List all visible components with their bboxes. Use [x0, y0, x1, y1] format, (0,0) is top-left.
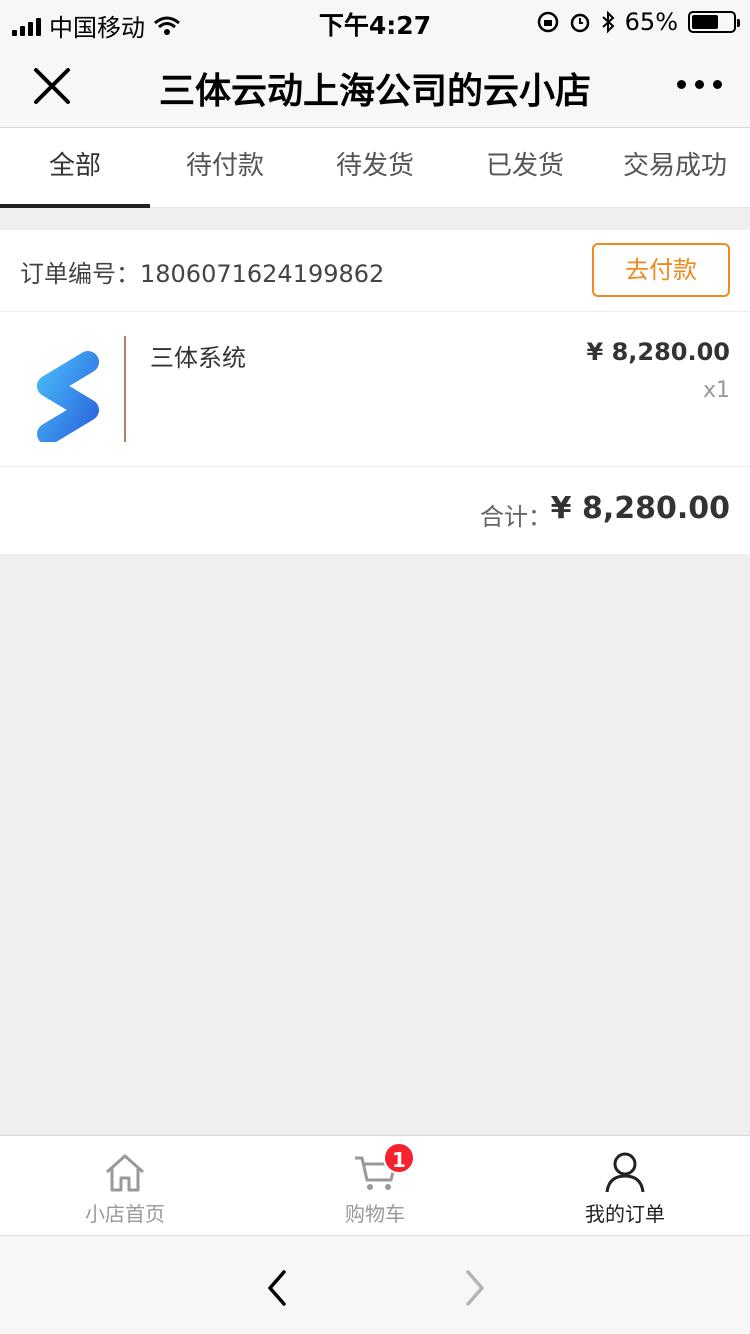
status-bar: 中国移动 下午4:27 65%	[0, 0, 750, 44]
tab-pending-payment[interactable]: 待付款	[150, 128, 300, 207]
battery-fill	[692, 15, 718, 29]
more-dots-icon[interactable]	[677, 80, 722, 89]
product-logo-icon	[37, 351, 99, 442]
forward-arrow-icon[interactable]	[460, 1268, 490, 1308]
total-value: ¥ 8,280.00	[550, 491, 730, 526]
tab-completed[interactable]: 交易成功	[600, 128, 750, 207]
product-divider	[124, 336, 126, 442]
user-icon	[605, 1152, 645, 1193]
order-header: 订单编号：1806071624199862 去付款	[0, 230, 750, 312]
home-icon	[106, 1154, 144, 1192]
battery-icon	[688, 11, 740, 33]
status-right: 65%	[537, 8, 740, 36]
rotation-lock-icon	[537, 11, 558, 33]
close-icon[interactable]	[30, 64, 74, 108]
order-number: 订单编号：1806071624199862	[20, 260, 385, 288]
browser-nav-bar	[0, 1235, 750, 1334]
pay-button[interactable]: 去付款	[592, 243, 730, 297]
order-card: 订单编号：1806071624199862 去付款 三体系统 ¥ 8,280.0…	[0, 230, 750, 554]
total-row: 合计： ¥ 8,280.00	[0, 467, 750, 553]
battery-percent: 65%	[624, 8, 678, 36]
tab-shipped[interactable]: 已发货	[450, 128, 600, 207]
product-quantity: x1	[702, 378, 730, 403]
tab-all[interactable]: 全部	[0, 128, 150, 208]
tabbar-item-cart[interactable]: 1 购物车	[250, 1136, 500, 1235]
tabbar-label-cart: 购物车	[345, 1202, 405, 1226]
bluetooth-icon	[601, 11, 615, 33]
product-price: ¥ 8,280.00	[586, 338, 730, 366]
tabbar-label-orders: 我的订单	[585, 1202, 665, 1226]
tabbar-label-home: 小店首页	[85, 1202, 165, 1226]
order-tabs: 全部 待付款 待发货 已发货 交易成功	[0, 128, 750, 208]
cart-badge: 1	[383, 1142, 415, 1174]
tabbar-item-orders[interactable]: 我的订单	[500, 1136, 750, 1235]
tabbar-item-home[interactable]: 小店首页	[0, 1136, 250, 1235]
total-label: 合计：	[480, 503, 552, 531]
product-row[interactable]: 三体系统 ¥ 8,280.00 x1	[0, 312, 750, 467]
tab-pending-shipment[interactable]: 待发货	[300, 128, 450, 207]
back-arrow-icon[interactable]	[262, 1268, 292, 1308]
page-title: 三体云动上海公司的云小店	[158, 71, 591, 112]
product-name: 三体系统	[150, 344, 246, 372]
alarm-icon	[570, 13, 589, 33]
bottom-tabbar: 小店首页 1 购物车 我的订单	[0, 1135, 750, 1235]
nav-bar: 三体云动上海公司的云小店	[0, 44, 750, 128]
